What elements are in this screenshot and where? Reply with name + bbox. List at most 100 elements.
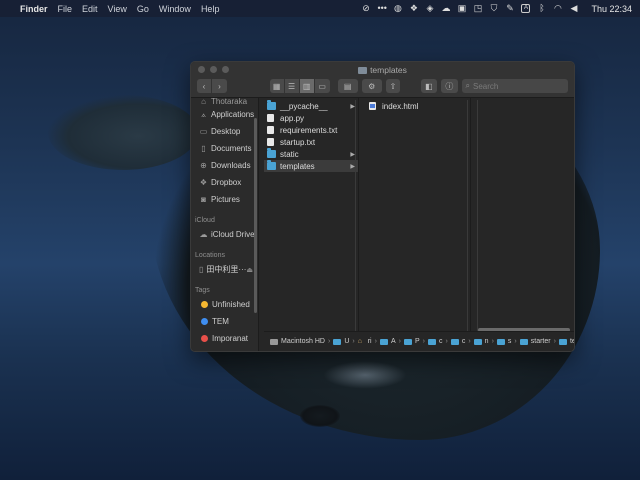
folder-icon xyxy=(519,338,528,345)
view-mode-buttons: ▦ ☰ ▥ ▭ xyxy=(269,79,330,93)
volume-icon[interactable]: ◀ xyxy=(569,4,578,13)
menu-file[interactable]: File xyxy=(58,4,73,14)
list-item[interactable]: requirements.txt xyxy=(264,124,358,136)
folder-icon xyxy=(427,338,436,345)
info-button[interactable]: ⓘ xyxy=(441,79,458,93)
sidebar-scrollbar[interactable] xyxy=(254,118,257,313)
share-button[interactable]: ⇧ xyxy=(385,79,401,93)
sidebar-item-icloud-drive[interactable]: ☁ iCloud Drive xyxy=(191,226,258,243)
sidebar-tag-tem[interactable]: TEM xyxy=(191,313,258,330)
path-separator: › xyxy=(491,338,494,345)
dropbox-menu-icon[interactable]: ❖ xyxy=(409,4,418,13)
path-crumb[interactable]: n xyxy=(473,338,489,345)
sidebar-item-dropbox[interactable]: ❖ Dropbox xyxy=(191,174,258,191)
folder-icon xyxy=(496,338,505,345)
list-item-selected[interactable]: templates ▶ xyxy=(264,160,358,172)
window-title-text: templates xyxy=(370,65,407,75)
path-crumb[interactable]: c xyxy=(450,338,466,345)
input-source-icon[interactable]: A xyxy=(521,4,531,13)
path-separator: › xyxy=(398,338,401,345)
file-name: static xyxy=(280,149,299,159)
sidebar-item-desktop[interactable]: ▭ Desktop xyxy=(191,123,258,140)
icon-view-button[interactable]: ▦ xyxy=(269,79,285,93)
menu-edit[interactable]: Edit xyxy=(82,4,98,14)
column-resize-handle[interactable] xyxy=(355,100,356,331)
sidebar-item-label: TEM xyxy=(212,317,229,326)
home-icon: ⌂ xyxy=(201,98,206,106)
eject-icon[interactable]: ⏏ xyxy=(246,266,253,274)
bluetooth-icon[interactable]: ᛒ xyxy=(537,4,546,13)
tag-color-dot xyxy=(201,335,208,342)
path-crumb[interactable]: s xyxy=(496,338,511,345)
path-crumb[interactable]: c xyxy=(427,338,443,345)
path-crumb[interactable]: P xyxy=(403,338,420,345)
action-gear-button[interactable]: ⚙ xyxy=(361,79,382,93)
menu-clock[interactable]: Thu 22:34 xyxy=(591,4,632,14)
group-button[interactable]: ▤ xyxy=(337,79,358,93)
sidebar-tag-unfinished[interactable]: Unfinished xyxy=(191,296,258,313)
search-input[interactable] xyxy=(473,81,568,91)
crumb-label: c xyxy=(461,338,466,345)
tag-button[interactable]: ◧ xyxy=(420,79,438,93)
folder-icon xyxy=(403,338,412,345)
column-view-button[interactable]: ▥ xyxy=(299,79,315,93)
list-view-button[interactable]: ☰ xyxy=(284,79,300,93)
path-crumb[interactable]: ⌂ ri xyxy=(358,338,372,345)
sidebar-item-downloads[interactable]: ⊕ Downloads xyxy=(191,157,258,174)
folder-icon xyxy=(558,338,567,345)
wechat-icon[interactable]: ◍ xyxy=(393,4,402,13)
desktop-icon: ▭ xyxy=(199,127,208,136)
list-item[interactable]: __pycache__ ▶ xyxy=(264,100,358,112)
search-field[interactable]: ⌕ xyxy=(461,79,568,93)
column-resize-handle[interactable] xyxy=(467,100,468,331)
path-crumb[interactable]: U xyxy=(333,338,349,345)
list-item[interactable]: index.html xyxy=(359,100,470,112)
folder-icon xyxy=(379,338,388,345)
menu-view[interactable]: View xyxy=(108,4,127,14)
folder-icon xyxy=(333,338,342,345)
path-crumb[interactable]: A xyxy=(379,338,396,345)
sidebar-item-location[interactable]: ▯ 田中利里··· ⏏ xyxy=(191,261,258,278)
menu-bar: Finder File Edit View Go Window Help ⊘ •… xyxy=(0,0,640,17)
menu-window[interactable]: Window xyxy=(159,4,191,14)
sidebar-item-documents[interactable]: ▯ Documents xyxy=(191,140,258,157)
column-resize-handle[interactable] xyxy=(477,100,478,331)
sidebar-item-cut[interactable]: ⌂ Thotaraka xyxy=(191,98,258,106)
sidebar-item-pictures[interactable]: ◙ Pictures xyxy=(191,191,258,208)
list-item[interactable]: static ▶ xyxy=(264,148,358,160)
gallery-view-button[interactable]: ▭ xyxy=(314,79,330,93)
file-name: startup.txt xyxy=(280,137,316,147)
path-crumb[interactable]: Macintosh HD xyxy=(270,338,325,345)
crumb-label: c xyxy=(438,338,443,345)
sidebar-tag-imporanat[interactable]: Imporanat xyxy=(191,330,258,347)
toolbar: ‹ › ▦ ☰ ▥ ▭ ▤ ⚙ ⇧ ◧ ⓘ ⌕ xyxy=(197,78,568,94)
gamepad-icon[interactable]: ◈ xyxy=(425,4,434,13)
cloud-icon[interactable]: ☁ xyxy=(441,4,450,13)
file-name: requirements.txt xyxy=(280,125,338,135)
applications-icon: ⟑ xyxy=(201,109,206,119)
back-button[interactable]: ‹ xyxy=(197,79,212,93)
list-item[interactable]: app.py xyxy=(264,112,358,124)
path-crumb[interactable]: starter xyxy=(519,338,551,345)
dots-status-icon[interactable]: ••• xyxy=(377,4,386,13)
nav-buttons: ‹ › xyxy=(197,79,227,93)
shield-icon[interactable]: ⛉ xyxy=(489,4,498,13)
sidebar-item-label: Applications xyxy=(211,110,255,119)
sidebar-section-tags: Tags xyxy=(195,287,210,294)
file-icon xyxy=(267,114,274,122)
app-menu-finder[interactable]: Finder xyxy=(20,4,48,14)
sidebar-section-locations: Locations xyxy=(195,252,225,259)
sidebar-item-label: Unfinished xyxy=(212,300,250,309)
menu-help[interactable]: Help xyxy=(201,4,220,14)
app-status-icon[interactable]: ◳ xyxy=(473,4,483,13)
edit-icon[interactable]: ✎ xyxy=(505,4,514,13)
sidebar-item-applications[interactable]: ⟑ Applications xyxy=(191,106,258,123)
dnd-status-icon[interactable]: ⊘ xyxy=(361,4,370,13)
window-icon[interactable]: ▣ xyxy=(457,4,467,13)
path-crumb[interactable]: templates xyxy=(558,338,574,345)
menu-go[interactable]: Go xyxy=(137,4,149,14)
forward-button[interactable]: › xyxy=(212,79,227,93)
wifi-icon[interactable]: ◠ xyxy=(553,4,562,13)
list-item[interactable]: startup.txt xyxy=(264,136,358,148)
crumb-label: Macintosh HD xyxy=(281,338,325,345)
